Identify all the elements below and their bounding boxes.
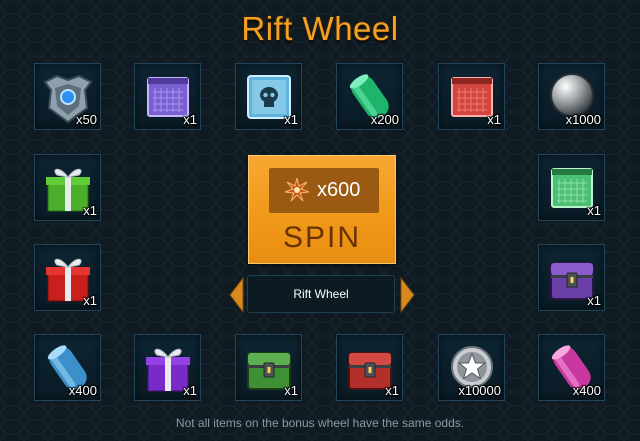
reward-quantity: x1: [183, 383, 197, 398]
reward-tile: x1: [34, 154, 101, 221]
reward-tile: x1: [235, 334, 302, 401]
next-wheel-arrow-icon[interactable]: [400, 277, 416, 313]
spin-button[interactable]: x600 SPIN: [248, 155, 396, 264]
reward-tile: x1: [438, 63, 505, 130]
reward-quantity: x1: [587, 203, 601, 218]
previous-wheel-arrow-icon[interactable]: [228, 277, 244, 313]
reward-quantity: x50: [76, 112, 97, 127]
reward-quantity: x1: [487, 112, 501, 127]
spin-cost: x600: [317, 179, 361, 201]
reward-quantity: x1: [183, 112, 197, 127]
reward-tile: x400: [34, 334, 101, 401]
rift-core-icon: [284, 177, 310, 202]
reward-quantity: x400: [68, 383, 97, 398]
spin-label: SPIN: [282, 221, 362, 254]
reward-tile: x1: [134, 63, 201, 130]
reward-quantity: x1: [385, 383, 399, 398]
reward-tile: x1: [336, 334, 403, 401]
reward-quantity: x400: [572, 383, 601, 398]
reward-tile: x1: [538, 154, 605, 221]
reward-quantity: x1: [83, 203, 97, 218]
reward-tile: x200: [336, 63, 403, 130]
reward-tile: x1: [134, 334, 201, 401]
reward-quantity: x1: [83, 293, 97, 308]
page-title: Rift Wheel: [241, 10, 399, 47]
reward-tile: x400: [538, 334, 605, 401]
reward-tile: x1: [34, 244, 101, 311]
reward-tile: x1: [538, 244, 605, 311]
reward-quantity: x1: [284, 112, 298, 127]
reward-quantity: x1: [587, 293, 601, 308]
reward-quantity: x1000: [565, 112, 601, 127]
wheel-name: Rift Wheel: [247, 275, 395, 313]
reward-quantity: x10000: [458, 383, 501, 398]
reward-quantity: x200: [370, 112, 399, 127]
reward-tile: x1000: [538, 63, 605, 130]
reward-tile: x1: [235, 63, 302, 130]
odds-disclaimer: Not all items on the bonus wheel have th…: [175, 416, 465, 430]
reward-tile: x50: [34, 63, 101, 130]
reward-quantity: x1: [284, 383, 298, 398]
reward-tile: x10000: [438, 334, 505, 401]
spin-cost-panel: x600: [269, 168, 379, 213]
